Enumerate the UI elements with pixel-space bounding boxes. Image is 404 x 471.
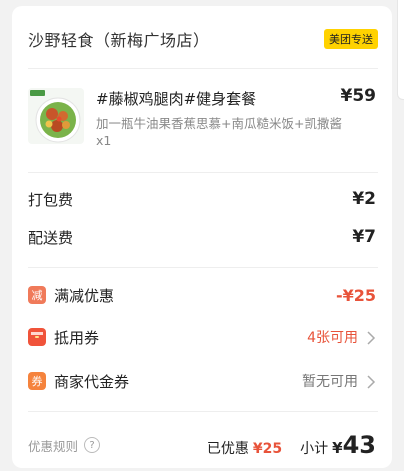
food-price: ¥59 (340, 86, 377, 106)
chevron-right-icon[interactable] (366, 374, 376, 389)
coupon-row[interactable]: 抵用券 4张可用 (28, 324, 376, 350)
packing-fee-value: ¥2 (352, 189, 376, 209)
subtotal-value: 43 (342, 431, 376, 459)
delivery-badge: 美团专送 (324, 29, 378, 49)
red-envelope-icon (28, 328, 46, 346)
saved-value: ¥25 (252, 441, 283, 457)
delivery-fee-label: 配送费 (28, 228, 74, 247)
merchant-voucher-icon: 券 (28, 372, 46, 390)
delivery-fee-value: ¥7 (352, 227, 376, 247)
order-totals: 已优惠 ¥25 小计 ¥ 43 (207, 431, 376, 459)
coupon-available[interactable]: 4张可用 (307, 327, 358, 347)
subtotal-currency: ¥ (332, 439, 343, 457)
store-header: 沙野轻食（新梅广场店） 美团专送 (28, 26, 378, 52)
adjacent-panel-edge (397, 0, 404, 100)
order-summary-card: 沙野轻食（新梅广场店） 美团专送 #藤椒鸡腿肉#健身套餐 ¥59 加一瓶牛油果香… (12, 6, 392, 468)
divider (28, 267, 378, 268)
divider (28, 172, 378, 173)
food-title: #藤椒鸡腿肉#健身套餐 (96, 90, 257, 108)
full-reduction-value: -¥25 (335, 285, 376, 305)
full-reduction-label: 满减优惠 (54, 286, 115, 305)
full-reduction-icon: 减 (28, 286, 46, 304)
divider (28, 68, 378, 69)
discount-rules-label: 优惠规则 (28, 438, 79, 454)
chevron-right-icon[interactable] (366, 330, 376, 345)
food-description: 加一瓶牛油果香蕉思慕+南瓜糙米饭+凯撒酱 (96, 116, 342, 131)
question-icon[interactable]: ? (84, 437, 101, 453)
packing-fee-label: 打包费 (28, 190, 74, 209)
packing-fee-row: 打包费 ¥2 (28, 186, 376, 212)
merchant-voucher-status[interactable]: 暂无可用 (302, 371, 358, 391)
coupon-label: 抵用券 (54, 328, 100, 347)
saved-label: 已优惠 (206, 441, 249, 457)
merchant-voucher-label: 商家代金券 (54, 372, 130, 391)
delivery-fee-row: 配送费 ¥7 (28, 224, 376, 250)
divider (28, 411, 378, 412)
merchant-voucher-row[interactable]: 券 商家代金券 暂无可用 (28, 368, 376, 394)
discount-rules[interactable]: 优惠规则 ? (28, 436, 101, 455)
food-thumbnail[interactable] (28, 88, 84, 144)
store-name[interactable]: 沙野轻食（新梅广场店） (28, 27, 210, 51)
order-footer: 优惠规则 ? 已优惠 ¥25 小计 ¥ 43 (28, 430, 376, 460)
food-quantity: x1 (96, 133, 112, 148)
subtotal-label: 小计 (300, 441, 329, 457)
full-reduction-row: 减 满减优惠 -¥25 (28, 282, 376, 308)
